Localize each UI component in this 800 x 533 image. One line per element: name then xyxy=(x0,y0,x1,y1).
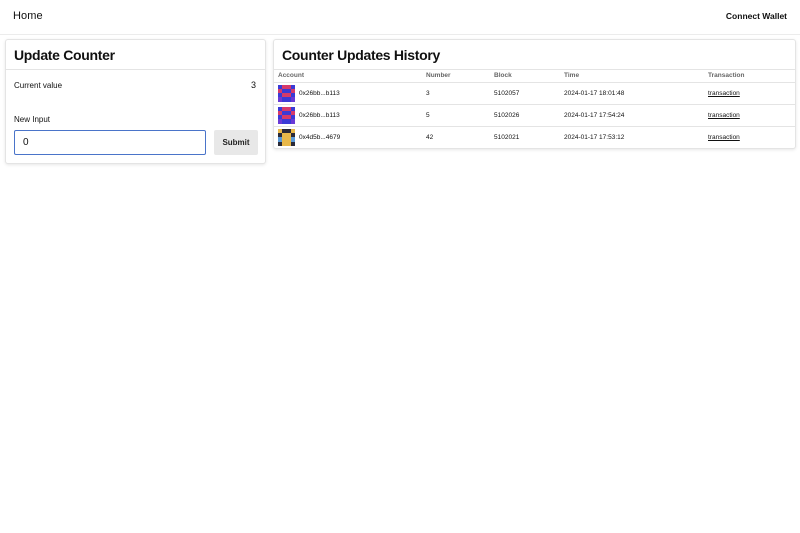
table-row: 0x4d5b...4679 42 5102021 2024-01-17 17:5… xyxy=(274,126,795,148)
transaction-link[interactable]: transaction xyxy=(708,90,740,97)
current-value: 3 xyxy=(250,80,256,90)
current-value-label: Current value xyxy=(14,81,63,90)
top-nav-bar: Home Connect Wallet xyxy=(0,0,800,35)
number-cell: 5 xyxy=(422,104,490,127)
history-title: Counter Updates History xyxy=(282,47,441,63)
connect-wallet-button[interactable]: Connect Wallet xyxy=(726,11,787,21)
block-cell: 5102021 xyxy=(494,133,520,141)
submit-button[interactable]: Submit xyxy=(214,130,258,155)
account-address: 0x26bb...b113 xyxy=(299,89,340,97)
history-table: Account Number Block Time Transaction 0x… xyxy=(274,70,795,148)
time-cell: 2024-01-17 17:53:12 xyxy=(564,133,625,141)
block-cell: 5102057 xyxy=(490,82,560,105)
column-header-block: Block xyxy=(490,70,560,83)
transaction-cell: transaction xyxy=(704,104,795,127)
account-avatar-icon xyxy=(278,106,295,124)
number-cell: 3 xyxy=(422,82,490,105)
avatar-pixel xyxy=(290,97,295,102)
block-cell: 5102026 xyxy=(490,104,560,127)
transaction-link[interactable]: transaction xyxy=(708,134,740,141)
column-header-account: Account xyxy=(274,70,422,83)
time-cell: 2024-01-17 18:01:48 xyxy=(560,82,704,105)
account-cell: 0x4d5b...4679 xyxy=(274,126,422,148)
new-input-label: New Input xyxy=(14,115,51,124)
table-row: 0x26bb...b113 3 5102057 2024-01-17 18:01… xyxy=(274,82,795,105)
account-address: 0x4d5b...4679 xyxy=(299,133,341,141)
transaction-cell: transaction xyxy=(704,126,795,148)
home-link[interactable]: Home xyxy=(13,10,43,22)
update-counter-card: Update Counter Current value 3 New Input… xyxy=(5,39,266,164)
column-header-number: Number xyxy=(422,70,490,83)
transaction-link[interactable]: transaction xyxy=(708,112,740,119)
column-header-transaction: Transaction xyxy=(704,70,795,83)
new-input-field[interactable] xyxy=(14,130,206,155)
table-row: 0x26bb...b113 5 5102026 2024-01-17 17:54… xyxy=(274,104,795,127)
title-divider xyxy=(6,69,265,70)
account-avatar-icon xyxy=(278,84,295,102)
number-cell: 42 xyxy=(426,133,434,141)
account-cell: 0x26bb...b113 xyxy=(274,82,422,105)
transaction-cell: transaction xyxy=(704,82,795,105)
avatar-pixel xyxy=(290,141,295,146)
column-header-time: Time xyxy=(560,70,704,83)
account-avatar-icon xyxy=(278,128,295,146)
counter-history-card: Counter Updates History Account Number B… xyxy=(273,39,796,149)
account-cell: 0x26bb...b113 xyxy=(274,104,422,127)
update-counter-title: Update Counter xyxy=(14,47,115,63)
avatar-pixel xyxy=(290,119,295,124)
account-address: 0x26bb...b113 xyxy=(299,111,340,119)
time-cell: 2024-01-17 17:54:24 xyxy=(560,104,704,127)
table-header-row: Account Number Block Time Transaction xyxy=(274,70,795,83)
